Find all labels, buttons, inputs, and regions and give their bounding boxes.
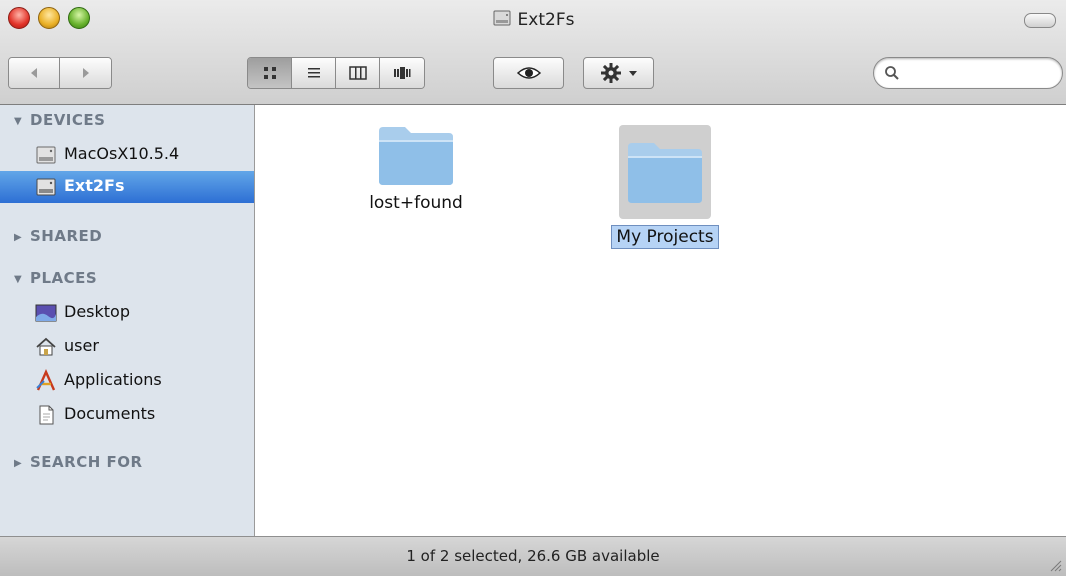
applications-icon	[36, 369, 56, 391]
folder-icon	[379, 127, 453, 185]
nav-buttons	[8, 57, 112, 89]
sidebar-header-places[interactable]: ▼ PLACES	[14, 269, 98, 287]
hard-drive-icon	[493, 10, 511, 26]
sidebar-item-desktop[interactable]: Desktop	[0, 297, 254, 329]
gear-icon	[600, 63, 621, 83]
back-arrow-icon	[31, 68, 37, 78]
icon-view-icon	[263, 67, 276, 79]
window-title-text: Ext2Fs	[517, 10, 575, 30]
sidebar: ▼ DEVICES MacOsX10.5.4 Ext2Fs ▶ SHARED ▼…	[0, 105, 255, 536]
window-title: Ext2Fs	[0, 8, 1066, 30]
disclosure-collapsed-icon: ▶	[14, 458, 23, 469]
sidebar-item-macosx[interactable]: MacOsX10.5.4	[0, 139, 254, 171]
list-view-button[interactable]	[292, 58, 336, 88]
action-menu-button[interactable]	[583, 57, 654, 89]
desktop-icon	[35, 304, 57, 322]
hard-drive-icon	[36, 146, 56, 164]
rename-field[interactable]: My Projects	[611, 225, 719, 249]
sidebar-header-label: DEVICES	[30, 111, 106, 129]
sidebar-header-label: PLACES	[30, 269, 98, 287]
finder-window: Ext2Fs ▼ DEVICES MacOsX10.5.4 Ext2Fs ▶ S…	[0, 0, 1066, 576]
sidebar-item-documents[interactable]: Documents	[0, 399, 254, 431]
sidebar-item-ext2fs[interactable]: Ext2Fs	[0, 171, 254, 203]
quick-look-button[interactable]	[493, 57, 564, 89]
toolbar-toggle-button[interactable]	[1024, 13, 1056, 28]
resize-grip-icon[interactable]	[1048, 558, 1062, 572]
forward-button[interactable]	[60, 58, 111, 88]
forward-arrow-icon	[82, 68, 89, 78]
icon-view-button[interactable]	[248, 58, 292, 88]
disclosure-expanded-icon: ▼	[14, 274, 23, 285]
title-toolbar: Ext2Fs	[0, 0, 1066, 105]
back-button[interactable]	[9, 58, 61, 88]
folder-name: lost+found	[369, 193, 463, 213]
sidebar-item-label: Applications	[64, 370, 162, 389]
home-icon	[36, 337, 56, 356]
cover-flow-button[interactable]	[380, 58, 424, 88]
view-mode-control	[247, 57, 425, 89]
status-text: 1 of 2 selected, 26.6 GB available	[406, 547, 660, 565]
file-browser: lost+found My Projects	[256, 105, 1066, 536]
sidebar-item-label: Ext2Fs	[64, 176, 125, 195]
sidebar-item-label: Documents	[64, 404, 156, 423]
sidebar-header-search-for[interactable]: ▶ SEARCH FOR	[14, 453, 143, 471]
disclosure-expanded-icon: ▼	[14, 116, 23, 127]
sidebar-header-devices[interactable]: ▼ DEVICES	[14, 111, 106, 129]
list-view-icon	[307, 68, 320, 78]
sidebar-header-label: SEARCH FOR	[30, 453, 143, 471]
column-view-button[interactable]	[336, 58, 380, 88]
sidebar-header-shared[interactable]: ▶ SHARED	[14, 227, 103, 245]
sidebar-item-label: Desktop	[64, 302, 130, 321]
sidebar-item-label: user	[64, 336, 99, 355]
eye-icon	[516, 67, 541, 79]
column-view-icon	[348, 66, 367, 80]
folder-item-selected[interactable]: My Projects	[586, 125, 744, 249]
documents-icon	[39, 405, 54, 425]
chevron-down-icon	[628, 71, 637, 76]
disclosure-collapsed-icon: ▶	[14, 232, 23, 243]
sidebar-item-user[interactable]: user	[0, 331, 254, 363]
folder-item[interactable]: lost+found	[346, 123, 486, 213]
cover-flow-icon	[394, 67, 411, 79]
folder-icon	[628, 143, 702, 203]
sidebar-item-label: MacOsX10.5.4	[64, 144, 180, 163]
search-input[interactable]	[910, 63, 1054, 85]
search-field[interactable]	[873, 57, 1063, 89]
status-bar: 1 of 2 selected, 26.6 GB available	[0, 536, 1066, 576]
search-icon	[885, 66, 899, 80]
hard-drive-icon	[36, 178, 56, 196]
sidebar-item-applications[interactable]: Applications	[0, 365, 254, 397]
sidebar-header-label: SHARED	[30, 227, 103, 245]
selection-highlight	[619, 125, 711, 219]
